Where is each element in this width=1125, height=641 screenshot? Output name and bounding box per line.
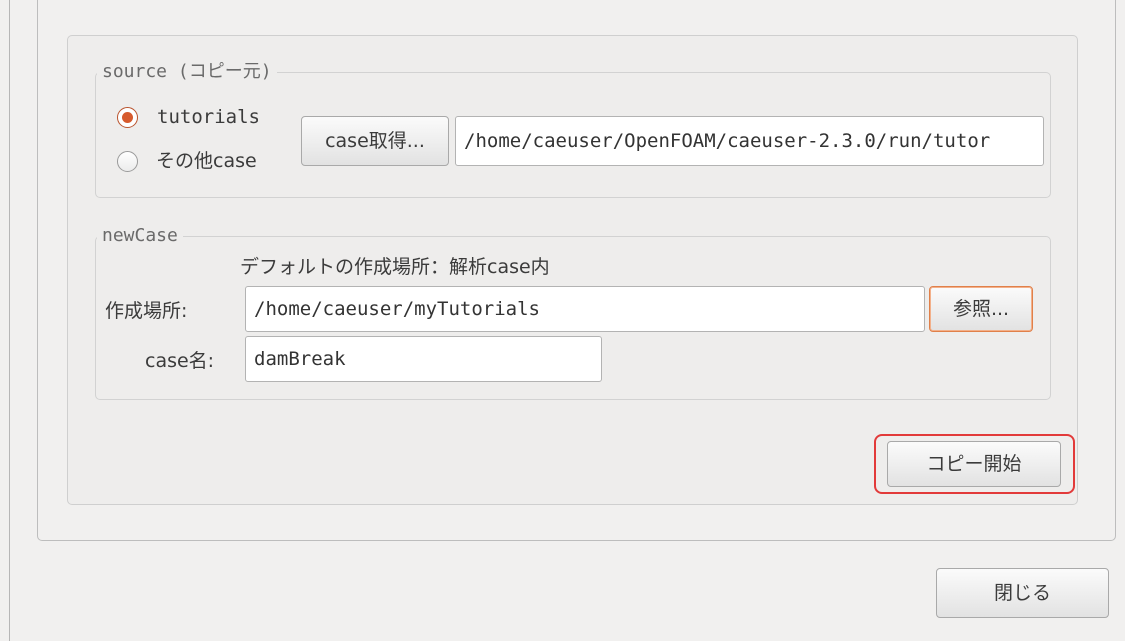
newcase-group-title: newCase	[97, 225, 183, 247]
location-field[interactable]: /home/caeuser/myTutorials	[245, 286, 925, 332]
tutorials-radio[interactable]	[117, 107, 138, 128]
other-case-radio-label: その他case	[156, 150, 257, 172]
close-button[interactable]: 閉じる	[936, 568, 1109, 618]
case-name-label: case名:	[145, 350, 215, 372]
source-path-field[interactable]: /home/caeuser/OpenFOAM/caeuser-2.3.0/run…	[455, 116, 1044, 166]
copy-start-button[interactable]: コピー開始	[887, 441, 1061, 487]
case-name-field[interactable]: damBreak	[245, 336, 602, 382]
browse-button[interactable]: 参照...	[929, 286, 1033, 332]
other-case-radio[interactable]	[117, 151, 138, 172]
source-group-title: source (コピー元)	[97, 61, 277, 83]
default-location-note: デフォルトの作成場所：解析case内	[240, 256, 550, 278]
location-label: 作成場所:	[105, 300, 188, 322]
get-case-button[interactable]: case取得...	[301, 116, 449, 166]
window-left-edge	[9, 0, 10, 641]
tutorials-radio-label: tutorials	[157, 106, 260, 128]
